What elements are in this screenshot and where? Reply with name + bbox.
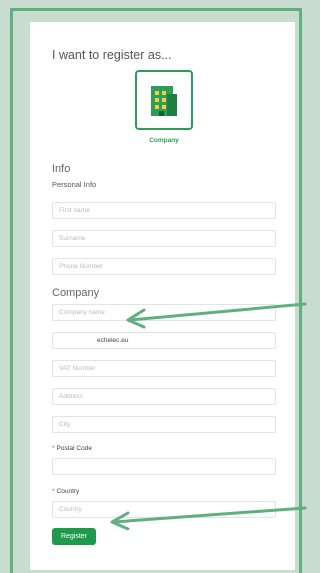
country-label: * Country	[52, 488, 80, 495]
phone-number-input[interactable]: Phone Number	[52, 258, 276, 275]
city-input[interactable]: City	[52, 416, 276, 433]
postal-code-label: * Postal Code	[52, 445, 92, 452]
required-marker: *	[52, 488, 55, 495]
redacted-area	[54, 334, 92, 346]
required-marker: *	[52, 445, 55, 452]
surname-input[interactable]: Surname	[52, 230, 276, 247]
postal-code-input[interactable]	[52, 458, 276, 475]
register-button[interactable]: Register	[52, 528, 96, 545]
country-select-value: Country	[59, 506, 82, 513]
page-title: I want to register as...	[52, 48, 172, 62]
company-option-label: Company	[149, 137, 179, 144]
personal-info-heading: Personal Info	[52, 180, 97, 189]
info-heading: Info	[52, 163, 71, 175]
company-heading: Company	[52, 287, 100, 299]
arrow-annotation-country	[110, 506, 307, 530]
address-input[interactable]: Address	[52, 388, 276, 405]
vat-number-input[interactable]: VAT Number	[52, 360, 276, 377]
building-icon	[151, 86, 177, 116]
arrow-annotation-company-name	[126, 302, 307, 329]
first-name-input[interactable]: First name	[52, 202, 276, 219]
company-option[interactable]	[135, 70, 193, 130]
